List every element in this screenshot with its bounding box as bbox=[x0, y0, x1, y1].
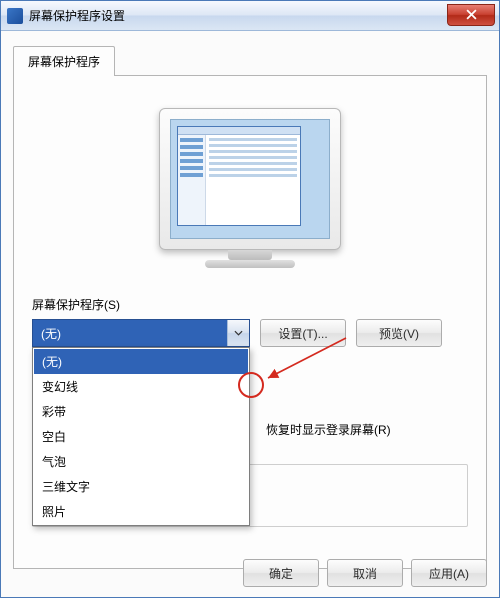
option-none[interactable]: (无) bbox=[34, 349, 248, 374]
close-icon bbox=[466, 9, 477, 20]
dialog-window: 屏幕保护程序设置 屏幕保护程序 bbox=[0, 0, 500, 598]
monitor-frame bbox=[159, 108, 341, 250]
apply-button[interactable]: 应用(A) bbox=[411, 559, 487, 587]
ok-button[interactable]: 确定 bbox=[243, 559, 319, 587]
option-bubbles[interactable]: 气泡 bbox=[34, 449, 248, 474]
combobox-arrow-button[interactable] bbox=[227, 320, 249, 346]
chevron-down-icon bbox=[234, 330, 243, 336]
option-mystify[interactable]: 彩带 bbox=[34, 399, 248, 424]
combobox-display[interactable]: (无) bbox=[32, 319, 250, 347]
combobox-dropdown: (无) 变幻线 彩带 空白 气泡 三维文字 照片 bbox=[32, 347, 250, 526]
monitor-stand bbox=[228, 250, 272, 260]
option-ribbons[interactable]: 变幻线 bbox=[34, 374, 248, 399]
screensaver-section-label: 屏幕保护程序(S) bbox=[32, 296, 468, 313]
resume-checkbox-label[interactable]: 恢复时显示登录屏幕(R) bbox=[266, 421, 391, 438]
titlebar: 屏幕保护程序设置 bbox=[1, 1, 499, 31]
client-area: 屏幕保护程序 bbox=[1, 31, 499, 597]
window-title: 屏幕保护程序设置 bbox=[29, 7, 447, 24]
option-blank[interactable]: 空白 bbox=[34, 424, 248, 449]
close-button[interactable] bbox=[447, 4, 495, 26]
monitor-base bbox=[205, 260, 295, 268]
combobox-value: (无) bbox=[41, 325, 61, 342]
option-photos[interactable]: 照片 bbox=[34, 499, 248, 524]
tab-screensaver[interactable]: 屏幕保护程序 bbox=[13, 46, 115, 76]
tab-strip: 屏幕保护程序 bbox=[13, 45, 487, 75]
controls-row: (无) (无) 变幻线 彩带 空白 气泡 三维文字 照片 设置 bbox=[32, 319, 468, 347]
settings-button[interactable]: 设置(T)... bbox=[260, 319, 346, 347]
cancel-button[interactable]: 取消 bbox=[327, 559, 403, 587]
dialog-footer: 确定 取消 应用(A) bbox=[243, 559, 487, 587]
monitor-preview bbox=[32, 90, 468, 268]
option-3dtext[interactable]: 三维文字 bbox=[34, 474, 248, 499]
tab-panel: 屏幕保护程序(S) (无) (无) 变幻线 彩带 空白 气泡 bbox=[13, 75, 487, 569]
preview-button[interactable]: 预览(V) bbox=[356, 319, 442, 347]
mini-window bbox=[177, 126, 301, 226]
app-icon bbox=[7, 8, 23, 24]
screensaver-combobox[interactable]: (无) (无) 变幻线 彩带 空白 气泡 三维文字 照片 bbox=[32, 319, 250, 347]
monitor-desktop bbox=[170, 119, 330, 239]
